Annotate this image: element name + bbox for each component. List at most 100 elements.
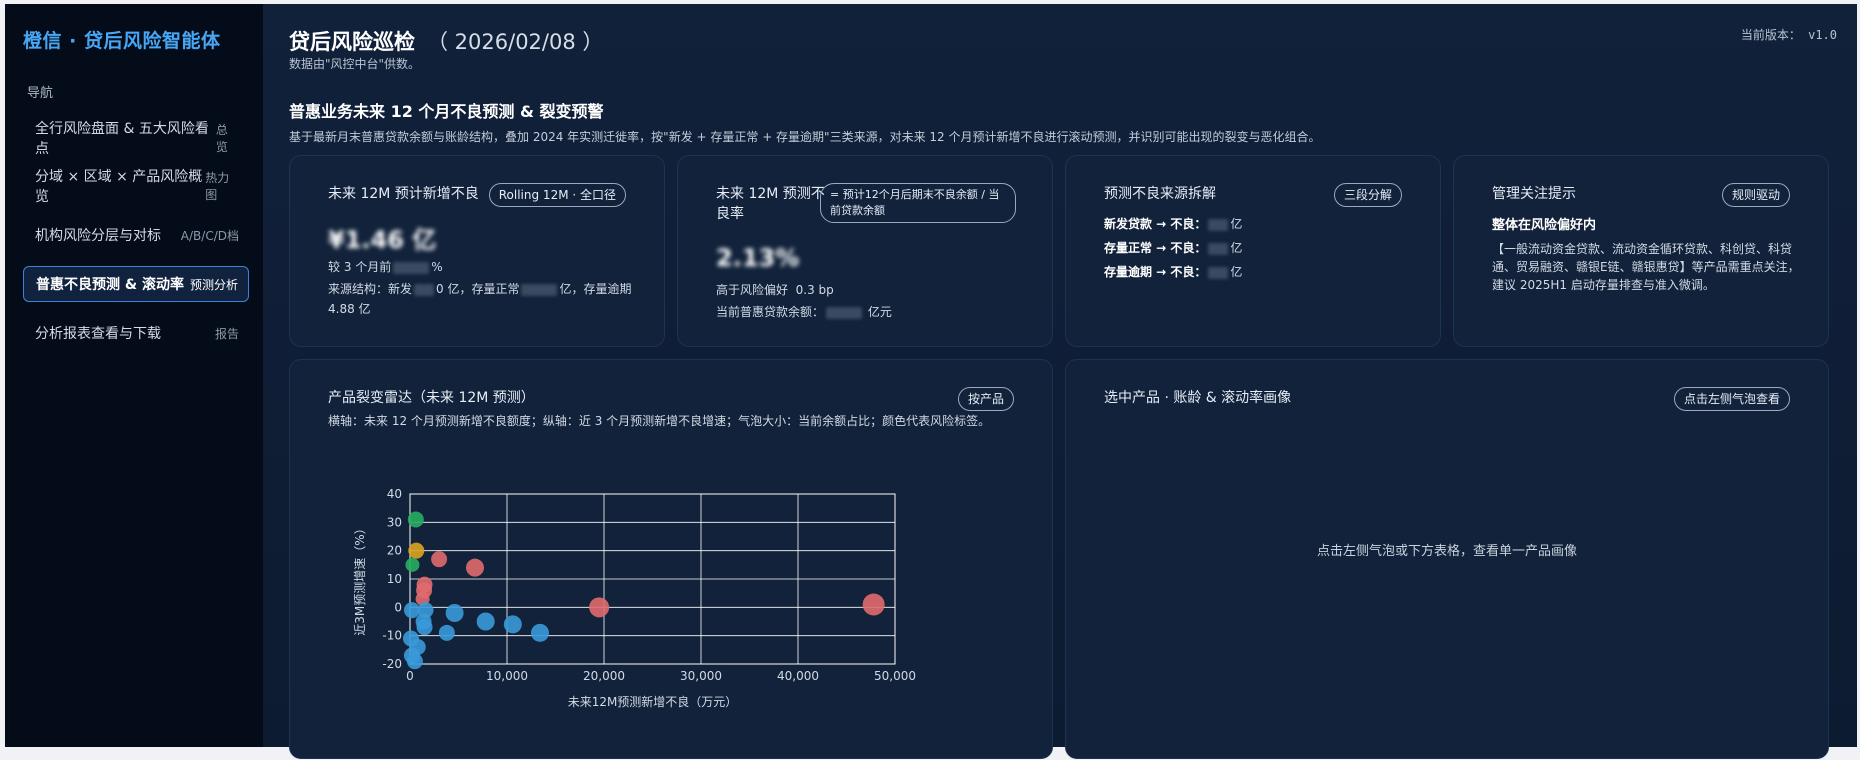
alert-body: 【一般流动资金贷款、流动资金循环贷款、科创贷、科贷通、贸易融资、赣银E链、赣银惠… [1492, 242, 1800, 292]
bubble-point [431, 551, 448, 568]
bubble-point [530, 623, 549, 642]
balance-prefix: 当前普惠贷款余额： [716, 305, 825, 319]
masked-value [414, 283, 435, 296]
bubble-point [408, 542, 425, 559]
card-title: 预测不良来源拆解 [1104, 186, 1216, 202]
balance-suffix: 亿元 [867, 305, 892, 319]
sidebar-item-tag: 预测分析 [189, 277, 238, 292]
breakdown-label: 存量正常 → 不良： [1104, 241, 1207, 255]
main-content: 贷后风险巡检 （ 2026/02/08 ） 数据由"风控中台"供数。 当前版本： … [263, 4, 1857, 759]
card-forecast-npl: 未来 12M 预计新增不良 Rolling 12M · 全口径 ¥1.46 亿 … [289, 155, 665, 347]
masked-value [1208, 266, 1229, 279]
bubble-point [407, 511, 424, 528]
card-product-radar: 产品裂变雷达（未来 12M 预测） 按产品 横轴：未来 12 个月预测新增不良额… [289, 359, 1053, 759]
change-prefix: 较 3 个月前 [328, 260, 392, 274]
source-structure: 来源结构：新发 0 亿，存量正常 亿，存量逾期 4.88 亿 [328, 279, 638, 319]
page-subtitle: 数据由"风控中台"供数。 [289, 57, 421, 71]
sidebar-item-label: 分域 × 区域 × 产品风险概览 [35, 169, 203, 205]
app-window: 橙信 · 贷后风险智能体 导航 全行风险盘面 & 五大风险看点 总览 分域 × … [5, 4, 1857, 759]
x-tick-label: 30,000 [680, 669, 722, 683]
forecast-rate-value: 2.13% [716, 244, 800, 272]
y-tick-label: -20 [382, 657, 402, 671]
card-title: 管理关注提示 [1492, 186, 1576, 202]
x-tick-label: 20,000 [583, 669, 625, 683]
card-management-alert: 管理关注提示 规则驱动 整体在风险偏好内 【一般流动资金贷款、流动资金循环贷款、… [1453, 155, 1829, 347]
sidebar-item-label: 全行风险盘面 & 五大风险看点 [35, 121, 209, 157]
masked-value [393, 261, 430, 274]
source-text: 4.88 亿 [328, 302, 371, 316]
risk-status: 高于风险偏好 [716, 283, 789, 297]
masked-value [1208, 242, 1229, 255]
forecast-npl-value: ¥1.46 亿 [328, 226, 437, 254]
sidebar-item-institutions[interactable]: 机构风险分层与对标 A/B/C/D档 [23, 217, 249, 253]
card-forecast-rate: 未来 12M 预测不良率 = 预计12个月后期末不良余额 / 当前贷款余额 2.… [677, 155, 1053, 347]
rule-driven-pill[interactable]: 规则驱动 [1721, 183, 1790, 207]
breakdown-unit: 亿 [1230, 265, 1243, 279]
page-date: （ 2026/02/08 ） [427, 30, 604, 54]
x-axis-label: 未来12M预测新增不良（万元） [568, 694, 738, 709]
nav-heading: 导航 [27, 86, 54, 101]
source-text: 0 亿，存量正常 [436, 282, 520, 296]
bubble-point [476, 612, 495, 631]
breakdown-row: 新发贷款 → 不良： 亿 [1104, 214, 1242, 234]
x-tick-label: 40,000 [777, 669, 819, 683]
sidebar-item-forecast[interactable]: 普惠不良预测 & 滚动率 预测分析 [23, 266, 249, 302]
change-line: 较 3 个月前% [328, 257, 443, 277]
breakdown-row: 存量逾期 → 不良： 亿 [1104, 262, 1242, 282]
sidebar-item-overview[interactable]: 全行风险盘面 & 五大风险看点 总览 [23, 120, 249, 157]
masked-value [826, 306, 863, 319]
breakdown-row: 存量正常 → 不良： 亿 [1104, 238, 1242, 258]
bubble-point [405, 557, 420, 572]
sidebar-item-label: 机构风险分层与对标 [35, 228, 161, 244]
breakdown-unit: 亿 [1230, 217, 1243, 231]
page-title-text: 贷后风险巡检 [289, 30, 415, 54]
x-tick-label: 50,000 [874, 669, 916, 683]
sidebar-item-tag: 热力图 [205, 171, 230, 202]
breakdown-label: 新发贷款 → 不良： [1104, 217, 1207, 231]
sidebar-item-heatmap[interactable]: 分域 × 区域 × 产品风险概览 热力图 [23, 168, 249, 205]
brand-title: 橙信 · 贷后风险智能体 [23, 30, 221, 52]
change-suffix: % [431, 260, 443, 274]
source-text: 来源结构：新发 [328, 282, 413, 296]
y-tick-label: 40 [387, 487, 402, 501]
sidebar-item-tag: 总览 [215, 123, 228, 154]
sidebar-item-label: 普惠不良预测 & 滚动率 [36, 277, 184, 293]
bubble-point [438, 624, 455, 641]
sidebar: 橙信 · 贷后风险智能体 导航 全行风险盘面 & 五大风险看点 总览 分域 × … [5, 4, 263, 747]
card-title: 未来 12M 预测不良率 [716, 186, 825, 222]
balance-line: 当前普惠贷款余额： 亿元 [716, 302, 892, 322]
masked-value [521, 283, 558, 296]
bubble-point [415, 613, 432, 630]
alert-headline: 整体在风险偏好内 [1492, 218, 1597, 233]
section-title: 普惠业务未来 12 个月不良预测 & 裂变预警 [289, 102, 604, 121]
section-description: 基于最新月末普惠贷款余额与账龄结构，叠加 2024 年实测迁徙率，按"新发 + … [289, 130, 1321, 144]
empty-state-hint: 点击左侧气泡或下方表格，查看单一产品画像 [1316, 544, 1577, 559]
card-title: 选中产品 · 账龄 & 滚动率画像 [1104, 390, 1292, 406]
view-bubble-pill[interactable]: 点击左侧气泡查看 [1673, 387, 1790, 411]
formula-pill[interactable]: = 预计12个月后期末不良余额 / 当前贷款余额 [820, 183, 1016, 223]
sidebar-item-tag: 报告 [214, 326, 239, 341]
y-tick-label: 10 [387, 572, 402, 586]
y-tick-label: 0 [394, 600, 402, 614]
y-tick-label: 30 [387, 515, 402, 529]
page-title: 贷后风险巡检 （ 2026/02/08 ） [289, 26, 603, 56]
risk-status-line: 高于风险偏好 0.3 bp [716, 280, 834, 300]
breakdown-label: 存量逾期 → 不良： [1104, 265, 1207, 279]
sidebar-item-tag: A/B/C/D档 [180, 228, 239, 243]
bubble-point [406, 653, 423, 670]
bubble-point [465, 558, 484, 577]
bubble-point [445, 604, 464, 622]
masked-value [1208, 218, 1229, 231]
source-text: 亿，存量逾期 [559, 282, 632, 296]
sidebar-item-label: 分析报表查看与下载 [35, 326, 161, 342]
rolling-pill[interactable]: Rolling 12M · 全口径 [488, 183, 626, 207]
breakdown-unit: 亿 [1230, 241, 1243, 255]
y-axis-label: 近3M预测增速（%） [353, 522, 367, 635]
card-product-portrait: 选中产品 · 账龄 & 滚动率画像 点击左侧气泡查看 点击左侧气泡或下方表格，查… [1065, 359, 1829, 759]
y-tick-label: 20 [387, 544, 402, 558]
y-tick-label: -10 [382, 629, 402, 643]
card-source-breakdown: 预测不良来源拆解 三段分解 新发贷款 → 不良： 亿 存量正常 → 不良： 亿 存量… [1065, 155, 1441, 347]
bubble-point [589, 597, 610, 618]
three-stage-pill[interactable]: 三段分解 [1333, 183, 1402, 207]
sidebar-item-reports[interactable]: 分析报表查看与下载 报告 [23, 315, 249, 351]
